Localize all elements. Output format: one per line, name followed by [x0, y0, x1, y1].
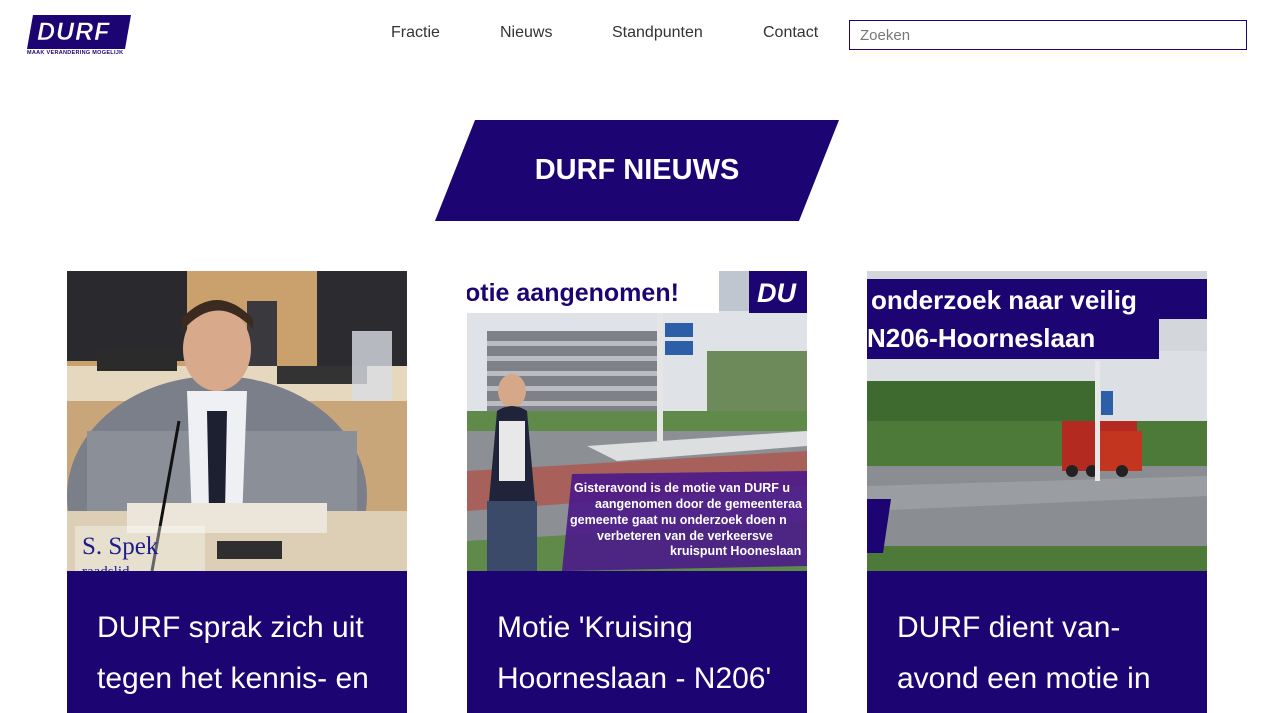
nav-item-fractie[interactable]: Fractie — [391, 24, 440, 42]
nav-item-standpunten[interactable]: Standpunten — [612, 24, 703, 42]
news-card-2-title[interactable]: Motie 'Kruising Hoorneslaan - N206' — [497, 602, 787, 704]
overlay-line-5: kruispunt Hooneslaan — [670, 544, 801, 558]
news-card-1-image: S. Spek raadslid — [67, 271, 407, 571]
caption-name: S. Spek — [82, 533, 159, 560]
overlay-line-4: verbeteren van de verkeersve — [597, 529, 773, 543]
nav-item-contact[interactable]: Contact — [763, 24, 818, 42]
news-card-1-title[interactable]: DURF sprak zich uit tegen het kennis- en — [97, 602, 387, 704]
news-banner: DURF NIEUWS — [435, 120, 839, 221]
image-banner-line-2: N206-Hoorneslaan — [867, 323, 1095, 353]
logo-tagline: MAAK VERANDERING MOGELIJK — [27, 50, 124, 56]
image-banner-line-1: onderzoek naar veilig — [871, 285, 1137, 315]
news-card-3[interactable]: onderzoek naar veilig N206-Hoorneslaan D… — [867, 271, 1207, 713]
site-header: DURF MAAK VERANDERING MOGELIJK Fractie N… — [0, 0, 1273, 70]
news-card-1-body: DURF sprak zich uit tegen het kennis- en — [67, 571, 407, 713]
logo-text: DURF — [37, 18, 111, 47]
overlay-line-2: aangenomen door de gemeenteraa — [595, 497, 803, 511]
search-input[interactable] — [849, 20, 1247, 50]
news-card-2[interactable]: otie aangenomen! DU Gisteravond is de mo… — [467, 271, 807, 713]
page-title: DURF NIEUWS — [534, 154, 740, 186]
nav-item-nieuws[interactable]: Nieuws — [500, 24, 552, 42]
search-shadow — [849, 51, 1247, 63]
news-card-3-image: onderzoek naar veilig N206-Hoorneslaan — [867, 271, 1207, 571]
durf-logo[interactable]: DURF MAAK VERANDERING MOGELIJK — [27, 15, 131, 57]
news-card-2-body: Motie 'Kruising Hoorneslaan - N206' — [467, 571, 807, 713]
overlay-line-1: Gisteravond is de motie van DURF u — [574, 481, 790, 495]
news-card-3-body: DURF dient van-avond een motie in — [867, 571, 1207, 713]
image-banner-text: otie aangenomen! — [467, 279, 679, 307]
news-card-2-image: otie aangenomen! DU Gisteravond is de mo… — [467, 271, 807, 571]
news-card-1[interactable]: S. Spek raadslid DURF sprak zich uit teg… — [67, 271, 407, 713]
caption-role: raadslid — [82, 564, 130, 571]
news-card-3-title[interactable]: DURF dient van-avond een motie in — [897, 602, 1187, 704]
overlay-line-3: gemeente gaat nu onderzoek doen n — [570, 513, 787, 527]
image-logo-text: DU — [757, 278, 797, 308]
